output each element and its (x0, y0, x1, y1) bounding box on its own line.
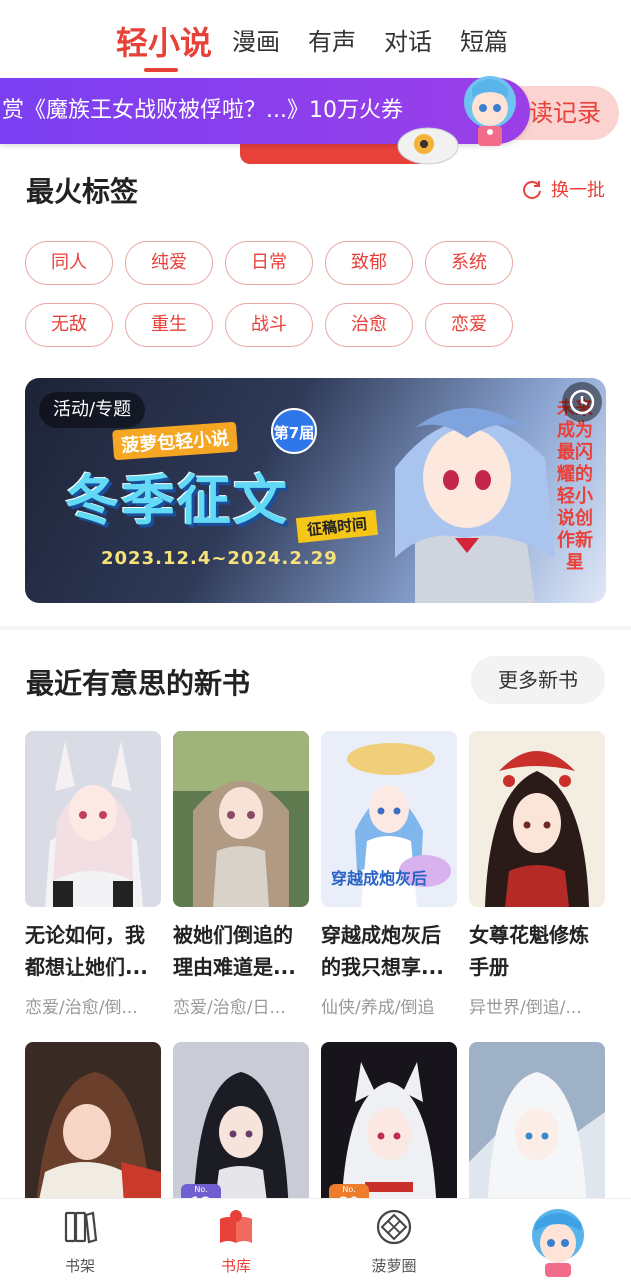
tag-chip[interactable]: 重生 (125, 303, 213, 347)
section-divider (0, 626, 631, 630)
nav-label: 书库 (220, 1257, 251, 1275)
nav-library[interactable]: 书库 (186, 1207, 286, 1276)
hot-tags-title: 最火标签 (26, 175, 139, 208)
book-cover: No.12 (173, 1042, 309, 1218)
nav-bookshelf[interactable]: 书架 (30, 1207, 130, 1276)
book-cover (469, 1042, 605, 1218)
tab-short-stories[interactable]: 短篇 (460, 22, 508, 57)
new-books-title: 最近有意思的新书 (26, 667, 251, 700)
refresh-tags-button[interactable]: 换一批 (521, 176, 605, 202)
book-cover (469, 731, 605, 907)
tag-chip[interactable]: 纯爱 (125, 241, 213, 285)
tag-chip[interactable]: 日常 (225, 241, 313, 285)
nav-label: 书架 (64, 1257, 95, 1275)
book-cover-illustration (469, 731, 605, 907)
active-tab-indicator (144, 68, 178, 72)
tab-light-novel[interactable]: 轻小说 (116, 18, 212, 64)
book-card[interactable] (25, 1042, 161, 1218)
tag-chip[interactable]: 同人 (25, 241, 113, 285)
book-title: 无论如何，我都想让她们... (25, 923, 148, 979)
book-card[interactable]: 穿越成炮灰后 穿越成炮灰后的我只想享... 仙侠/养成/倒追 (321, 731, 457, 1018)
event-banner[interactable]: 活动/专题 菠萝包轻小说 第7届 冬季征文 征稿时间 2023.12.4~202… (25, 378, 606, 603)
book-cover (173, 731, 309, 907)
event-slogan: 未来成为最闪耀的轻小说创作新星 (557, 398, 593, 573)
event-character-illustration (395, 408, 555, 603)
bottom-nav-bar: 书架 书库 菠萝圈 (0, 1198, 631, 1280)
book-cover-illustration (173, 731, 309, 907)
book-card[interactable]: 女尊花魁修炼手册 异世界/倒追/... (469, 731, 605, 1018)
book-cover (25, 731, 161, 907)
book-cover: 穿越成炮灰后 (321, 731, 457, 907)
book-title: 穿越成炮灰后的我只想享... (321, 923, 444, 979)
book-cover-illustration (469, 1042, 605, 1218)
nav-label: 菠萝圈 (371, 1257, 417, 1275)
community-icon (376, 1209, 412, 1245)
book-card[interactable]: No.20 (321, 1042, 457, 1218)
promo-row: 阅读记录 新对话开启新阅读世界 赏《魔族王女战败被俘啦？...》10万火券 (0, 76, 631, 165)
more-books-button[interactable]: 更多新书 (471, 656, 605, 704)
bookshelf-icon (64, 1211, 98, 1244)
refresh-icon (523, 181, 541, 199)
book-genres: 异世界/倒追/... (469, 998, 582, 1018)
nav-community[interactable]: 菠萝圈 (344, 1207, 444, 1276)
top-tab-bar: 轻小说 漫画 有声 对话 短篇 (0, 0, 631, 78)
cover-title-text: 穿越成炮灰后 (331, 869, 428, 888)
tag-chip[interactable]: 战斗 (225, 303, 313, 347)
book-title: 被她们倒追的理由难道是... (173, 923, 296, 979)
book-genres: 仙侠/养成/倒追 (321, 998, 435, 1018)
tag-chip[interactable]: 恋爱 (425, 303, 513, 347)
tag-chip[interactable]: 致郁 (325, 241, 413, 285)
mascot-icon[interactable] (452, 68, 528, 152)
book-genres: 恋爱/治愈/倒... (25, 998, 138, 1018)
book-cover-illustration (25, 731, 161, 907)
sheep-mascot-icon (397, 127, 459, 165)
tab-audio[interactable]: 有声 (308, 22, 356, 57)
book-card[interactable] (469, 1042, 605, 1218)
book-title: 女尊花魁修炼手册 (469, 923, 589, 979)
tag-chip[interactable]: 治愈 (325, 303, 413, 347)
book-cover: No.20 (321, 1042, 457, 1218)
book-genres: 恋爱/治愈/日... (173, 998, 286, 1018)
tag-chip[interactable]: 系统 (425, 241, 513, 285)
book-card[interactable]: 被她们倒追的理由难道是... 恋爱/治愈/日... (173, 731, 309, 1018)
refresh-label: 换一批 (551, 180, 605, 201)
event-edition: 第7届 (271, 408, 317, 454)
book-card[interactable]: No.12 (173, 1042, 309, 1218)
book-cover (25, 1042, 161, 1218)
book-cover-illustration (25, 1042, 161, 1218)
tag-chip[interactable]: 无敌 (25, 303, 113, 347)
library-icon (220, 1210, 252, 1243)
book-card[interactable]: 无论如何，我都想让她们... 恋爱/治愈/倒... (25, 731, 161, 1018)
event-title: 冬季征文 (65, 469, 289, 532)
profile-avatar[interactable] (525, 1203, 591, 1277)
event-badge: 活动/专题 (39, 392, 146, 428)
event-date: 2023.12.4~2024.2.29 (101, 548, 338, 569)
clock-icon (562, 382, 602, 422)
tab-dialogue[interactable]: 对话 (384, 22, 432, 57)
tab-comics[interactable]: 漫画 (232, 22, 280, 57)
